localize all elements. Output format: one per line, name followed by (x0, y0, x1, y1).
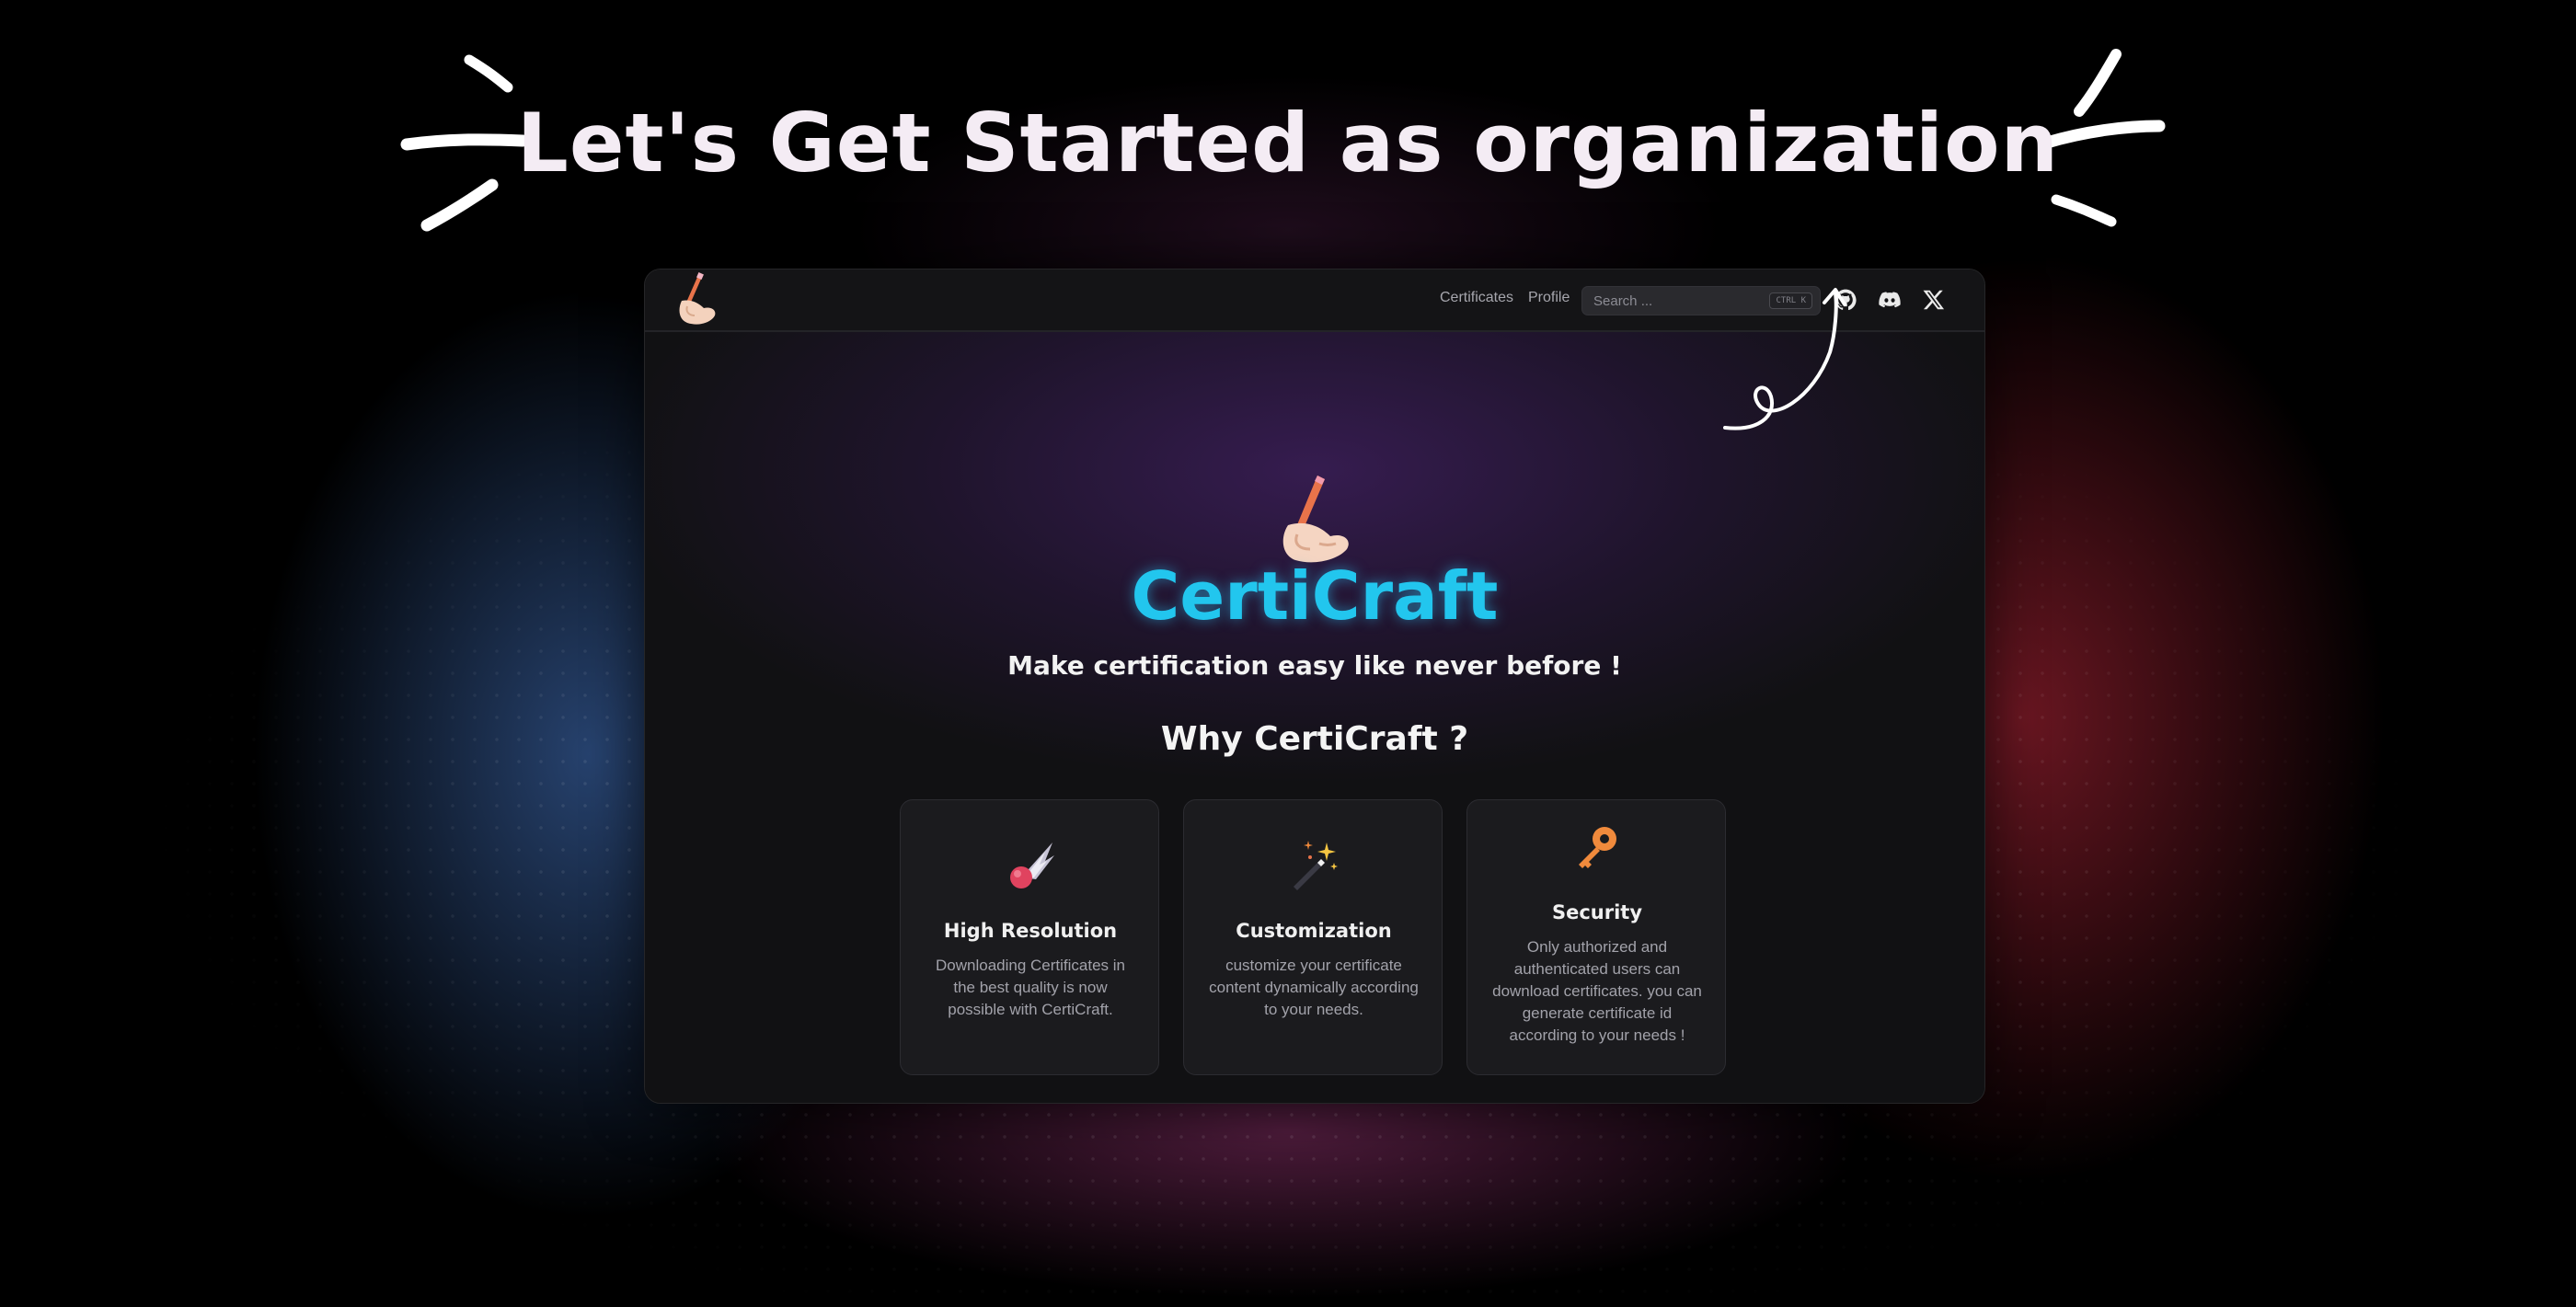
app-window: Certificates Profile Search ... CTRL K C… (644, 269, 1985, 1104)
writing-hand-logo-icon[interactable] (665, 269, 726, 330)
feature-title: Security (1551, 901, 1643, 923)
feature-card-security: Security Only authorized and authenticat… (1466, 799, 1726, 1075)
magic-wand-icon (1294, 841, 1338, 890)
feature-card-customization: Customization customize your certificate… (1183, 799, 1443, 1075)
writing-hand-hero-icon (1282, 476, 1349, 563)
curly-arrow-icon (1723, 288, 1846, 430)
discord-icon[interactable] (1878, 288, 1902, 312)
hero-tagline: Make certification easy like never befor… (1007, 650, 1622, 681)
x-icon[interactable] (1922, 288, 1946, 312)
landing-content: CertiCraft Make certification easy like … (645, 288, 1984, 1103)
feature-description: Only authorized and authenticated users … (1492, 938, 1702, 1044)
page-headline: Let's Get Started as organization (516, 96, 2060, 190)
search-placeholder: Search ... (1593, 293, 1653, 309)
feature-description: Downloading Certificates in the best qua… (936, 957, 1125, 1018)
brand-title: CertiCraft (1131, 557, 1499, 635)
nav-link-certificates[interactable]: Certificates (1440, 290, 1513, 306)
promo-canvas: Let's Get Started as organization Certif… (0, 0, 2576, 1307)
key-icon (1579, 827, 1616, 868)
feature-title: High Resolution (943, 920, 1118, 942)
nav-link-profile[interactable]: Profile (1528, 290, 1570, 306)
feature-description: customize your certificate content dynam… (1209, 957, 1419, 1018)
why-heading: Why CertiCraft ? (1160, 720, 1469, 758)
feature-card-high-resolution: High Resolution Downloading Certificates… (900, 799, 1159, 1075)
feature-title: Customization (1236, 920, 1392, 942)
comet-icon (1010, 843, 1054, 889)
